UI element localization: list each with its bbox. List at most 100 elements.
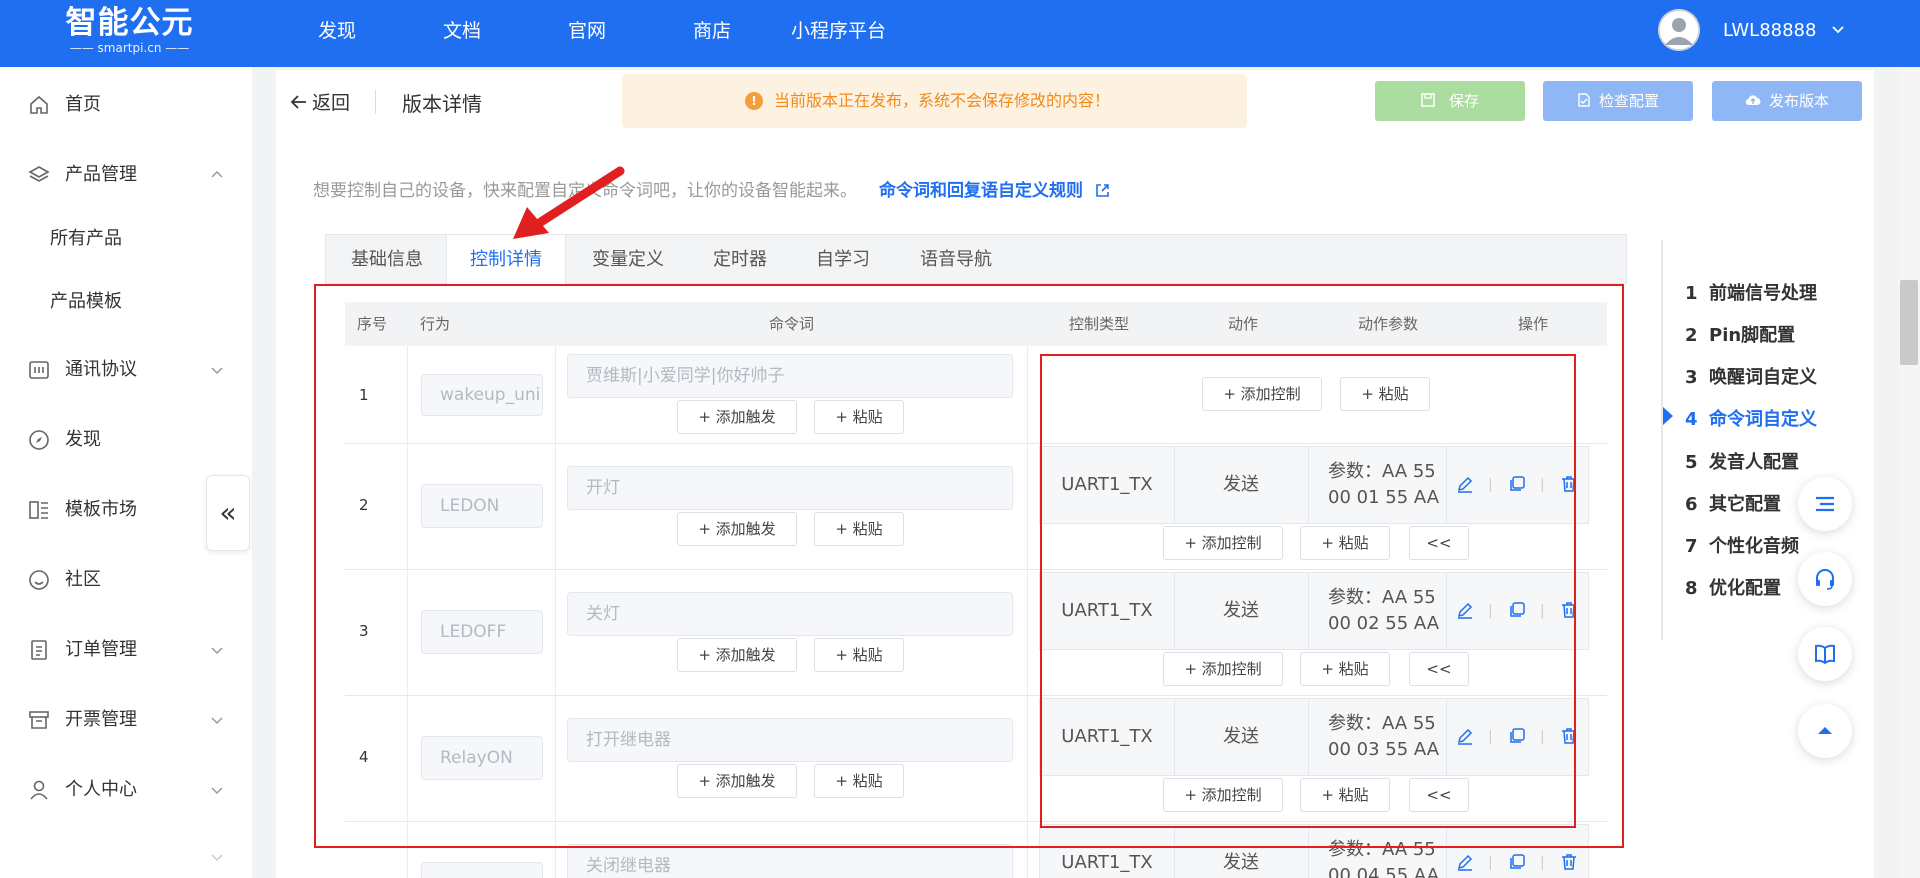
float-docs-button[interactable] (1798, 627, 1852, 681)
paste-button[interactable]: + 粘贴 (814, 400, 904, 434)
page-scrollbar[interactable] (1898, 67, 1920, 878)
sidebar-item-template-market[interactable]: 模板市场 (28, 495, 228, 525)
edit-icon[interactable] (1456, 853, 1474, 871)
publish-version-button[interactable]: 发布版本 (1712, 81, 1862, 121)
add-trigger-button[interactable]: + 添加触发 (677, 512, 797, 546)
section-nav-item[interactable]: 5 发音人配置 (1685, 448, 1799, 474)
custom-rules-link[interactable]: 命令词和回复语自定义规则 (879, 176, 1110, 201)
behavior-field[interactable]: LEDOFF (421, 610, 543, 654)
behavior-field[interactable] (421, 862, 543, 878)
sidebar-item-orders[interactable]: 订单管理 (28, 635, 228, 665)
control-action: 发送 (1223, 852, 1259, 873)
nav-official-site[interactable]: 官网 (568, 0, 606, 67)
section-nav-item[interactable]: 6 其它配置 (1685, 490, 1781, 516)
tab-timers[interactable]: 定时器 (713, 235, 767, 285)
sidebar-item-label: 产品管理 (65, 164, 137, 185)
tab-self-learning[interactable]: 自学习 (816, 235, 870, 285)
command-field[interactable]: 打开继电器 (567, 718, 1013, 762)
edit-icon[interactable] (1456, 727, 1474, 745)
paste-button[interactable]: + 粘贴 (814, 512, 904, 546)
trash-icon[interactable] (1560, 853, 1578, 871)
active-section-marker-icon (1663, 407, 1673, 425)
add-trigger-button[interactable]: + 添加触发 (677, 400, 797, 434)
section-nav-item[interactable]: 2 Pin脚配置 (1685, 321, 1795, 347)
behavior-field[interactable]: RelayON (421, 736, 543, 780)
nav-miniprogram[interactable]: 小程序平台 (791, 0, 886, 67)
scrollbar-thumb[interactable] (1900, 280, 1918, 365)
back-to-top-button[interactable] (1798, 704, 1852, 758)
paste-button[interactable]: + 粘贴 (814, 764, 904, 798)
float-support-button[interactable] (1798, 552, 1852, 606)
sidebar-item-profile[interactable]: 个人中心 (28, 775, 228, 805)
trash-icon[interactable] (1560, 727, 1578, 745)
save-button[interactable]: 保存 (1375, 81, 1525, 121)
collapse-controls-button[interactable]: << (1409, 778, 1469, 812)
user-name[interactable]: LWL88888 (1723, 0, 1816, 62)
add-trigger-button[interactable]: + 添加触发 (677, 638, 797, 672)
add-control-button[interactable]: + 添加控制 (1163, 778, 1283, 812)
sidebar-item-community[interactable]: 社区 (28, 565, 228, 595)
paste-button[interactable]: + 粘贴 (1300, 778, 1390, 812)
command-field[interactable]: 开灯 (567, 466, 1013, 510)
paste-button[interactable]: + 粘贴 (814, 638, 904, 672)
nav-discover[interactable]: 发现 (318, 0, 356, 67)
chevron-down-icon[interactable] (1830, 22, 1846, 38)
edit-icon[interactable] (1456, 601, 1474, 619)
sidebar-item-product-management[interactable]: 产品管理 (28, 160, 228, 190)
sidebar-item-home[interactable]: 首页 (28, 90, 228, 120)
control-entry: UART1_TX 发送 参数：AA 55 00 03 55 AA | | (1039, 698, 1589, 776)
section-label: 个性化音频 (1709, 536, 1799, 557)
add-control-button[interactable]: + 添加控制 (1163, 652, 1283, 686)
trash-icon[interactable] (1560, 475, 1578, 493)
warning-text: 当前版本正在发布，系统不会保存修改的内容！ (774, 91, 1111, 110)
section-nav-item[interactable]: 1 前端信号处理 (1685, 279, 1817, 305)
paste-button[interactable]: + 粘贴 (1300, 526, 1390, 560)
section-nav-item[interactable]: 3 唤醒词自定义 (1685, 363, 1817, 389)
command-field[interactable]: 贾维斯|小爱同学|你好帅子 (567, 354, 1013, 398)
paste-button[interactable]: + 粘贴 (1340, 377, 1430, 411)
copy-icon[interactable] (1508, 853, 1526, 871)
sidebar-item-invoices[interactable]: 开票管理 (28, 705, 228, 735)
sidebar-item-discover[interactable]: 发现 (28, 425, 228, 455)
trash-icon[interactable] (1560, 601, 1578, 619)
avatar[interactable] (1658, 9, 1700, 51)
collapse-controls-button[interactable]: << (1409, 652, 1469, 686)
section-nav-item[interactable]: 8 优化配置 (1685, 574, 1781, 600)
collapse-controls-button[interactable]: << (1409, 526, 1469, 560)
behavior-field[interactable]: LEDON (421, 484, 543, 528)
back-button[interactable]: 返回 (290, 88, 350, 115)
copy-icon[interactable] (1508, 601, 1526, 619)
nav-store[interactable]: 商店 (693, 0, 731, 67)
sidebar-subitem-all-products[interactable]: 所有产品 (50, 224, 122, 254)
control-params: 参数：AA 55 00 04 55 AA (1328, 837, 1439, 878)
behavior-field[interactable]: wakeup_uni (421, 374, 543, 416)
tab-basic-info[interactable]: 基础信息 (351, 235, 423, 285)
add-trigger-button[interactable]: + 添加触发 (677, 764, 797, 798)
brand-logo[interactable]: 智能公元 —— smartpi.cn —— (62, 4, 197, 56)
copy-icon[interactable] (1508, 727, 1526, 745)
section-label: 优化配置 (1709, 578, 1781, 599)
command-field[interactable]: 关灯 (567, 592, 1013, 636)
list-menu-icon (1816, 496, 1834, 512)
command-field[interactable]: 关闭继电器 (567, 844, 1013, 878)
table-header: 序号 行为 命令词 控制类型 动作 动作参数 操作 (345, 302, 1607, 346)
check-config-button[interactable]: 检查配置 (1543, 81, 1693, 121)
column-header: 动作 (1228, 315, 1259, 333)
paste-button[interactable]: + 粘贴 (1300, 652, 1390, 686)
copy-icon[interactable] (1508, 475, 1526, 493)
sidebar-item-label: 发现 (65, 429, 101, 450)
tab-voice-navigation[interactable]: 语音导航 (920, 235, 992, 285)
float-menu-button[interactable] (1798, 477, 1852, 531)
section-number: 7 (1685, 536, 1698, 557)
edit-icon[interactable] (1456, 475, 1474, 493)
nav-docs[interactable]: 文档 (443, 0, 481, 67)
section-nav-item-active[interactable]: 4 命令词自定义 (1685, 405, 1817, 431)
sidebar-subitem-product-templates[interactable]: 产品模板 (50, 287, 122, 317)
add-control-button[interactable]: + 添加控制 (1163, 526, 1283, 560)
sidebar-collapse-button[interactable]: « (206, 475, 250, 551)
cell-divider (1446, 573, 1447, 649)
add-control-button[interactable]: + 添加控制 (1202, 377, 1322, 411)
sidebar-item-protocol[interactable]: 通讯协议 (28, 355, 228, 385)
sidebar-item-label: 开票管理 (65, 709, 137, 730)
section-nav-item[interactable]: 7 个性化音频 (1685, 532, 1799, 558)
